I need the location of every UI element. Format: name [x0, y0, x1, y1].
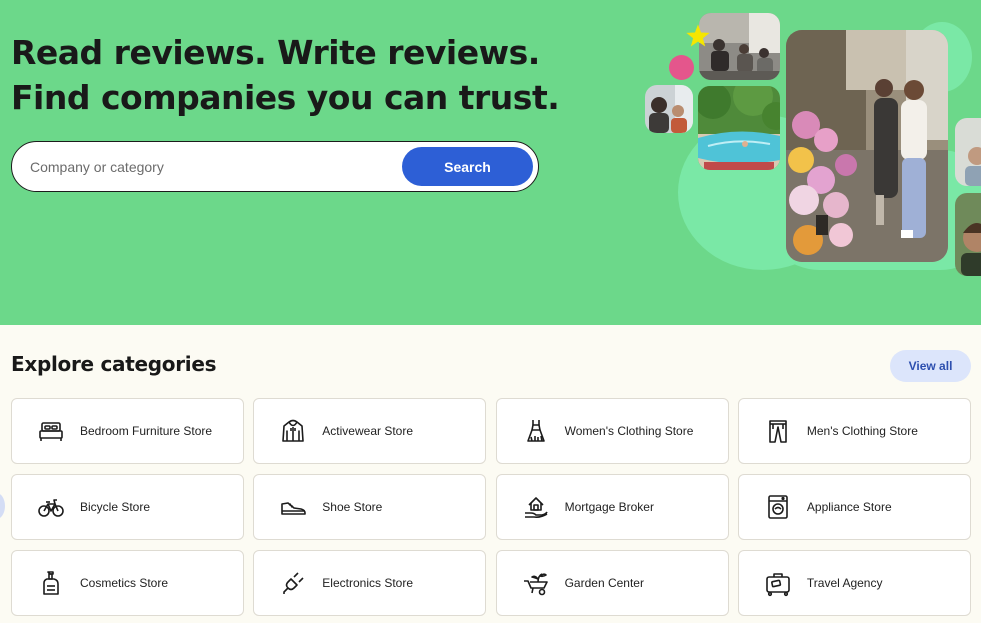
category-label: Travel Agency [806, 576, 883, 590]
plug-icon [279, 569, 307, 597]
hero-banner: Read reviews. Write reviews. Find compan… [0, 0, 981, 325]
wheelbarrow-icon [522, 569, 550, 597]
category-activewear-store[interactable]: Activewear Store [253, 398, 487, 464]
hero-headline: Read reviews. Write reviews. Find compan… [11, 30, 560, 120]
category-label: Electronics Store [322, 576, 413, 590]
search-button[interactable]: Search [402, 147, 533, 186]
photo-flower-market [786, 30, 948, 262]
headline-line-2: Find companies you can trust. [11, 78, 560, 117]
category-womens-clothing-store[interactable]: Women's Clothing Store [495, 398, 729, 464]
search-bar: Search [11, 141, 539, 192]
photo-two-people [645, 85, 693, 133]
category-appliance-store[interactable]: Appliance Store [737, 474, 971, 540]
pink-dot-decoration [669, 55, 694, 80]
dress-icon [522, 417, 550, 445]
explore-categories-title: Explore categories [11, 352, 217, 376]
house-hand-icon [522, 493, 550, 521]
photo-person-right-bottom [955, 193, 981, 276]
category-travel-agency[interactable]: Travel Agency [737, 550, 971, 616]
category-label: Activewear Store [322, 424, 413, 438]
category-label: Women's Clothing Store [564, 424, 694, 438]
washing-machine-icon [764, 493, 792, 521]
category-label: Cosmetics Store [80, 576, 169, 590]
photo-person-right-top-image [955, 118, 981, 186]
category-bedroom-furniture-store[interactable]: Bedroom Furniture Store [11, 398, 244, 464]
category-label: Bedroom Furniture Store [80, 424, 213, 438]
category-cosmetics-store[interactable]: Cosmetics Store [11, 550, 244, 616]
category-bicycle-store[interactable]: Bicycle Store [11, 474, 244, 540]
bed-icon [37, 417, 65, 445]
category-electronics-store[interactable]: Electronics Store [253, 550, 487, 616]
category-label: Shoe Store [322, 500, 383, 514]
headline-line-1: Read reviews. Write reviews. [11, 33, 540, 72]
photo-two-people-image [645, 85, 693, 133]
category-grid: Bedroom Furniture Store Activewear Store [11, 398, 971, 616]
trousers-icon [764, 417, 792, 445]
category-shoe-store[interactable]: Shoe Store [253, 474, 487, 540]
bicycle-icon [37, 493, 65, 521]
carousel-prev-button[interactable] [0, 493, 5, 519]
category-mortgage-broker[interactable]: Mortgage Broker [495, 474, 729, 540]
lotion-bottle-icon [37, 569, 65, 597]
category-label: Bicycle Store [80, 500, 151, 514]
photo-person-right-bottom-image [955, 193, 981, 276]
suitcase-icon [764, 569, 792, 597]
photo-pool [698, 86, 780, 170]
sneaker-icon [279, 493, 307, 521]
star-icon [686, 24, 710, 47]
category-mens-clothing-store[interactable]: Men's Clothing Store [737, 398, 971, 464]
category-label: Men's Clothing Store [806, 424, 918, 438]
category-label: Mortgage Broker [564, 500, 654, 514]
category-label: Garden Center [564, 576, 644, 590]
photo-person-right-top [955, 118, 981, 186]
hoodie-icon [279, 417, 307, 445]
category-label: Appliance Store [806, 500, 892, 514]
photo-flower-market-image [786, 30, 948, 262]
photo-pool-image [698, 86, 780, 170]
search-input[interactable] [30, 156, 390, 178]
view-all-button[interactable]: View all [890, 350, 971, 382]
category-garden-center[interactable]: Garden Center [495, 550, 729, 616]
